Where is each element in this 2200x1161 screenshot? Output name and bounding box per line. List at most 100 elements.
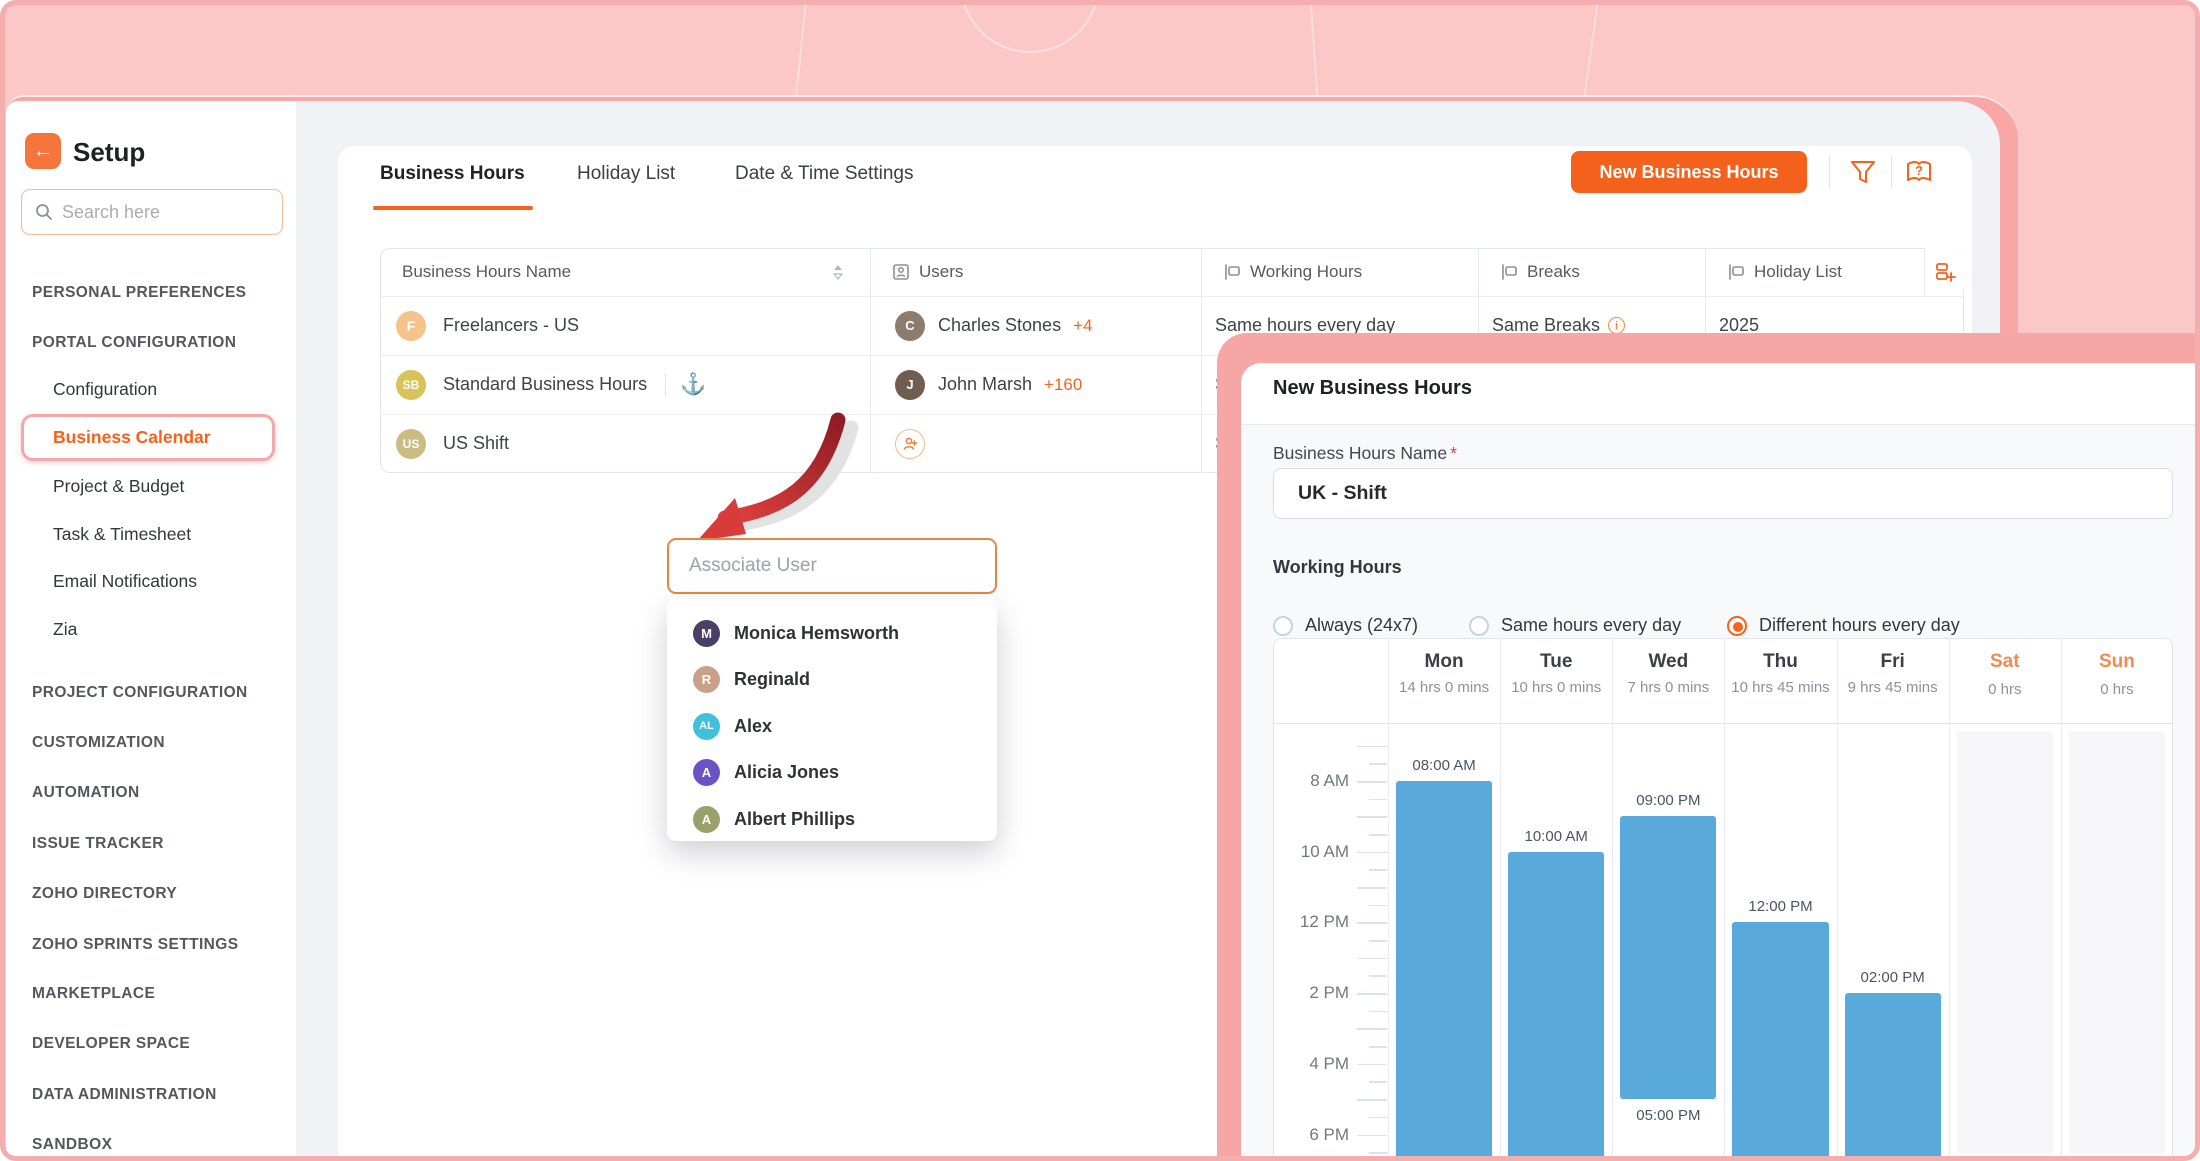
axis-tick — [1357, 1135, 1387, 1137]
radio-same-hours[interactable]: Same hours every day — [1469, 615, 1681, 636]
sidebar-section-issue-tracker: ISSUE TRACKER — [32, 835, 164, 853]
sort-icon[interactable] — [832, 263, 844, 281]
business-hours-name-label: Business Hours Name* — [1273, 443, 1457, 464]
user-name: Albert Phillips — [734, 809, 855, 830]
column-header-working-hours[interactable]: Working Hours — [1223, 248, 1470, 296]
sidebar-item-email-notifications[interactable]: Email Notifications — [53, 571, 197, 592]
bar-start-label-fri: 02:00 PM — [1837, 969, 1949, 986]
user-avatar: C — [895, 311, 925, 341]
working-hours-bar-fri[interactable] — [1845, 993, 1941, 1161]
working-hours-bar-wed[interactable] — [1620, 816, 1716, 1099]
column-header-breaks[interactable]: Breaks — [1500, 248, 1697, 296]
business-hours-name-input[interactable] — [1273, 468, 2173, 519]
column-header-users[interactable]: Users — [892, 248, 1193, 296]
axis-tick — [1357, 993, 1387, 995]
axis-tick — [1369, 1046, 1387, 1048]
business-hours-name-field[interactable] — [1298, 482, 2138, 505]
day-header-thu: Thu — [1724, 651, 1836, 673]
column-label: Users — [919, 262, 963, 282]
radio-label: Same hours every day — [1501, 615, 1681, 636]
day-header-sun: Sun — [2061, 651, 2173, 673]
associate-user-option-alex[interactable]: ALAlex — [667, 703, 997, 749]
tab-holiday-list[interactable]: Holiday List — [577, 163, 675, 185]
business-hours-avatar: SB — [396, 370, 426, 400]
business-hours-avatar: F — [396, 311, 426, 341]
column-header-business-hours-name[interactable]: Business Hours Name — [402, 248, 862, 296]
add-user-icon — [902, 436, 918, 452]
business-hours-name: Standard Business Hours — [443, 374, 647, 395]
column-header-holiday-list[interactable]: Holiday List — [1727, 248, 1916, 296]
sidebar-search[interactable] — [21, 189, 283, 235]
table-row-users[interactable] — [895, 414, 1196, 473]
associate-user-option-albert-phillips[interactable]: AAlbert Phillips — [667, 796, 997, 842]
flag-icon — [1223, 263, 1241, 281]
axis-tick — [1369, 799, 1387, 801]
day-header-fri: Fri — [1837, 651, 1949, 673]
decorative-line — [1582, 0, 1600, 109]
info-icon[interactable]: i — [1608, 317, 1625, 334]
add-user-circle[interactable] — [895, 429, 925, 459]
tab-business-hours[interactable]: Business Hours — [380, 163, 525, 185]
business-hours-avatar: US — [396, 429, 426, 459]
axis-tick — [1357, 781, 1387, 783]
associate-user-option-monica-hemsworth[interactable]: MMonica Hemsworth — [667, 610, 997, 656]
decorative-circle — [960, 0, 1100, 53]
page-title: Setup — [73, 137, 145, 168]
working-hours-bar-tue[interactable] — [1508, 852, 1604, 1161]
column-separator — [1201, 248, 1202, 473]
associate-user-input[interactable] — [667, 538, 997, 594]
flag-icon — [1727, 263, 1745, 281]
day-total-thu: 10 hrs 45 mins — [1730, 678, 1830, 697]
axis-tick — [1369, 975, 1387, 977]
working-hours-label: Working Hours — [1273, 557, 1402, 578]
table-row-users[interactable]: C Charles Stones +4 — [895, 296, 1196, 355]
user-name: Charles Stones — [938, 315, 1061, 336]
divider — [665, 373, 666, 397]
sidebar-section-sandbox: SANDBOX — [32, 1136, 112, 1154]
default-anchor-icon: ⚓ — [680, 373, 706, 397]
filter-icon[interactable] — [1848, 157, 1878, 187]
user-name: John Marsh — [938, 374, 1032, 395]
column-label: Working Hours — [1250, 262, 1362, 282]
sidebar-item-project-budget[interactable]: Project & Budget — [53, 476, 184, 497]
add-column-button[interactable] — [1924, 248, 1964, 296]
table-row-name[interactable]: FFreelancers - US — [396, 296, 866, 355]
label-text: Business Hours Name — [1273, 443, 1447, 463]
day-header-tue: Tue — [1500, 651, 1612, 673]
tab-date-time-settings[interactable]: Date & Time Settings — [735, 163, 913, 185]
sidebar-section-portal-configuration: PORTAL CONFIGURATION — [32, 334, 236, 352]
axis-tick — [1357, 816, 1387, 818]
radio-always-24x7[interactable]: Always (24x7) — [1273, 615, 1418, 636]
sidebar-item-configuration[interactable]: Configuration — [53, 379, 157, 400]
weekend-off-block — [1957, 731, 2053, 1153]
chart-column-separator — [1612, 638, 1613, 1161]
chart-column-separator — [1949, 638, 1950, 1161]
associate-user-field[interactable] — [689, 555, 969, 577]
sidebar-item-zia[interactable]: Zia — [53, 619, 77, 640]
search-input[interactable] — [62, 202, 262, 223]
bar-start-label-wed: 09:00 PM — [1612, 792, 1724, 809]
help-doc-icon[interactable]: ? — [1904, 157, 1934, 187]
axis-tick — [1369, 940, 1387, 942]
working-hours-bar-thu[interactable] — [1732, 922, 1828, 1161]
sidebar-item-task-timesheet[interactable]: Task & Timesheet — [53, 524, 191, 545]
sidebar-item-business-calendar[interactable]: Business Calendar — [53, 427, 211, 448]
back-button[interactable]: ← — [25, 133, 61, 169]
working-hours-bar-mon[interactable] — [1396, 781, 1492, 1161]
column-label: Holiday List — [1754, 262, 1842, 282]
sidebar-section-personal-preferences: PERSONAL PREFERENCES — [32, 284, 246, 302]
radio-different-hours[interactable]: Different hours every day — [1727, 615, 1960, 636]
table-row-users[interactable]: JJohn Marsh+160 — [895, 355, 1196, 414]
chart-column-separator — [1837, 638, 1838, 1161]
page-background: ← Setup PERSONAL PREFERENCES PORTAL CONFI… — [0, 0, 2200, 1161]
required-asterisk: * — [1450, 443, 1457, 463]
new-business-hours-button[interactable]: New Business Hours — [1571, 151, 1807, 193]
more-users-badge[interactable]: +4 — [1073, 316, 1092, 336]
active-tab-underline — [373, 206, 533, 210]
add-column-icon — [1934, 261, 1956, 283]
associate-user-option-reginald[interactable]: RReginald — [667, 657, 997, 703]
associate-user-option-alicia-jones[interactable]: AAlicia Jones — [667, 750, 997, 796]
user-avatar: M — [693, 620, 720, 647]
more-users-badge[interactable]: +160 — [1044, 375, 1082, 395]
chart-header-border — [1273, 723, 2173, 724]
